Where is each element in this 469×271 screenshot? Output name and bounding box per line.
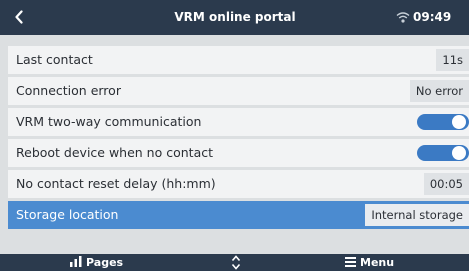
- connection-error-label: Connection error: [16, 83, 121, 98]
- connection-error-value: No error: [409, 80, 469, 102]
- reboot-device-toggle[interactable]: [417, 145, 469, 161]
- storage-location-value: Internal storage: [365, 204, 469, 226]
- last-contact-label: Last contact: [16, 52, 93, 67]
- toggle-knob: [452, 146, 466, 160]
- toggle-knob: [452, 115, 466, 129]
- last-contact-value: 11s: [436, 49, 469, 71]
- reset-delay-value: 00:05: [423, 173, 469, 195]
- reset-delay-label: No contact reset delay (hh:mm): [16, 176, 216, 191]
- menu-button[interactable]: Menu: [345, 254, 394, 271]
- pages-chart-icon: [70, 256, 82, 267]
- two-way-communication-row[interactable]: VRM two-way communication: [8, 108, 469, 136]
- storage-location-row[interactable]: Storage location Internal storage: [8, 201, 469, 229]
- vrm-online-portal-screen: VRM online portal 09:49 Last contact 11s…: [0, 0, 469, 271]
- bottom-bar: Pages Menu: [0, 254, 469, 271]
- chevron-left-glyph: [15, 10, 23, 24]
- storage-location-label: Storage location: [16, 207, 119, 222]
- menu-label: Menu: [360, 256, 395, 269]
- reset-delay-row[interactable]: No contact reset delay (hh:mm) 00:05: [8, 170, 469, 198]
- last-contact-row[interactable]: Last contact 11s: [8, 46, 469, 74]
- connection-error-row[interactable]: Connection error No error: [8, 77, 469, 105]
- chevron-left-icon[interactable]: [8, 4, 30, 30]
- two-way-communication-toggle[interactable]: [417, 114, 469, 130]
- pages-button[interactable]: Pages: [70, 254, 123, 271]
- top-bar: VRM online portal 09:49: [0, 0, 469, 35]
- clock: 09:49: [413, 10, 452, 24]
- reboot-device-row[interactable]: Reboot device when no contact: [8, 139, 469, 167]
- pages-label: Pages: [86, 256, 124, 269]
- settings-list: Last contact 11s Connection error No err…: [8, 46, 469, 232]
- page-title: VRM online portal: [174, 10, 296, 24]
- two-way-communication-label: VRM two-way communication: [16, 114, 202, 129]
- reboot-device-label: Reboot device when no contact: [16, 145, 214, 160]
- hamburger-menu-icon: [345, 257, 356, 267]
- up-down-arrows-icon[interactable]: [230, 254, 242, 271]
- wifi-icon: [396, 12, 410, 23]
